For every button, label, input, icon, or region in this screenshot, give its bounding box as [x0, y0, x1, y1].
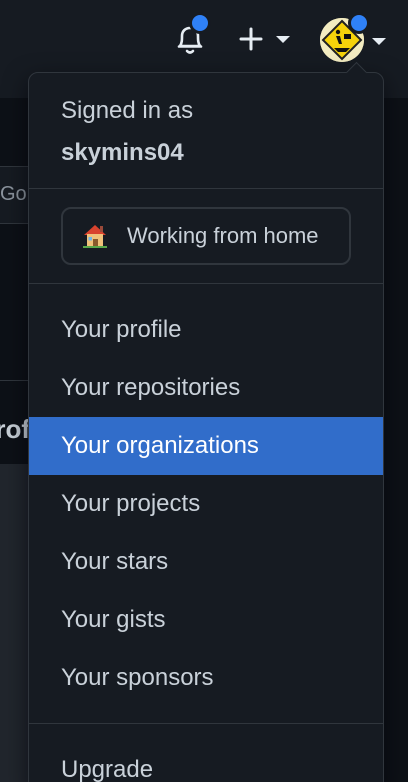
menu-item-your-gists[interactable]: Your gists — [29, 591, 383, 649]
notifications-button[interactable] — [170, 12, 211, 60]
signed-in-label: Signed in as — [61, 97, 194, 124]
background-text-fragment: Go — [0, 183, 27, 205]
divider — [29, 723, 383, 724]
app-root: Go rof Signed in as skymins04 Working fr… — [0, 0, 408, 782]
notification-indicator — [189, 12, 211, 34]
chevron-down-icon — [276, 36, 290, 43]
menu-item-your-organizations[interactable]: Your organizations — [29, 417, 383, 475]
divider — [29, 188, 383, 189]
set-status-button[interactable]: Working from home — [61, 207, 351, 265]
menu-item-your-profile[interactable]: Your profile — [29, 301, 383, 359]
background-text-fragment: rof — [0, 414, 30, 444]
plus-icon — [239, 27, 263, 51]
chevron-down-icon — [372, 38, 386, 45]
background-panel — [0, 464, 30, 782]
house-icon — [81, 222, 109, 250]
menu-item-your-stars[interactable]: Your stars — [29, 533, 383, 591]
user-dropdown-menu: Signed in as skymins04 Working from home… — [28, 61, 384, 782]
status-indicator — [348, 12, 370, 34]
menu-item-your-sponsors[interactable]: Your sponsors — [29, 649, 383, 707]
menu-item-your-projects[interactable]: Your projects — [29, 475, 383, 533]
status-text: Working from home — [127, 223, 319, 248]
create-new-button[interactable] — [236, 22, 294, 56]
menu-item-your-repositories[interactable]: Your repositories — [29, 359, 383, 417]
divider — [29, 283, 383, 284]
username: skymins04 — [61, 139, 184, 166]
menu-item-upgrade[interactable]: Upgrade — [29, 741, 383, 782]
user-menu-button[interactable] — [320, 12, 392, 64]
